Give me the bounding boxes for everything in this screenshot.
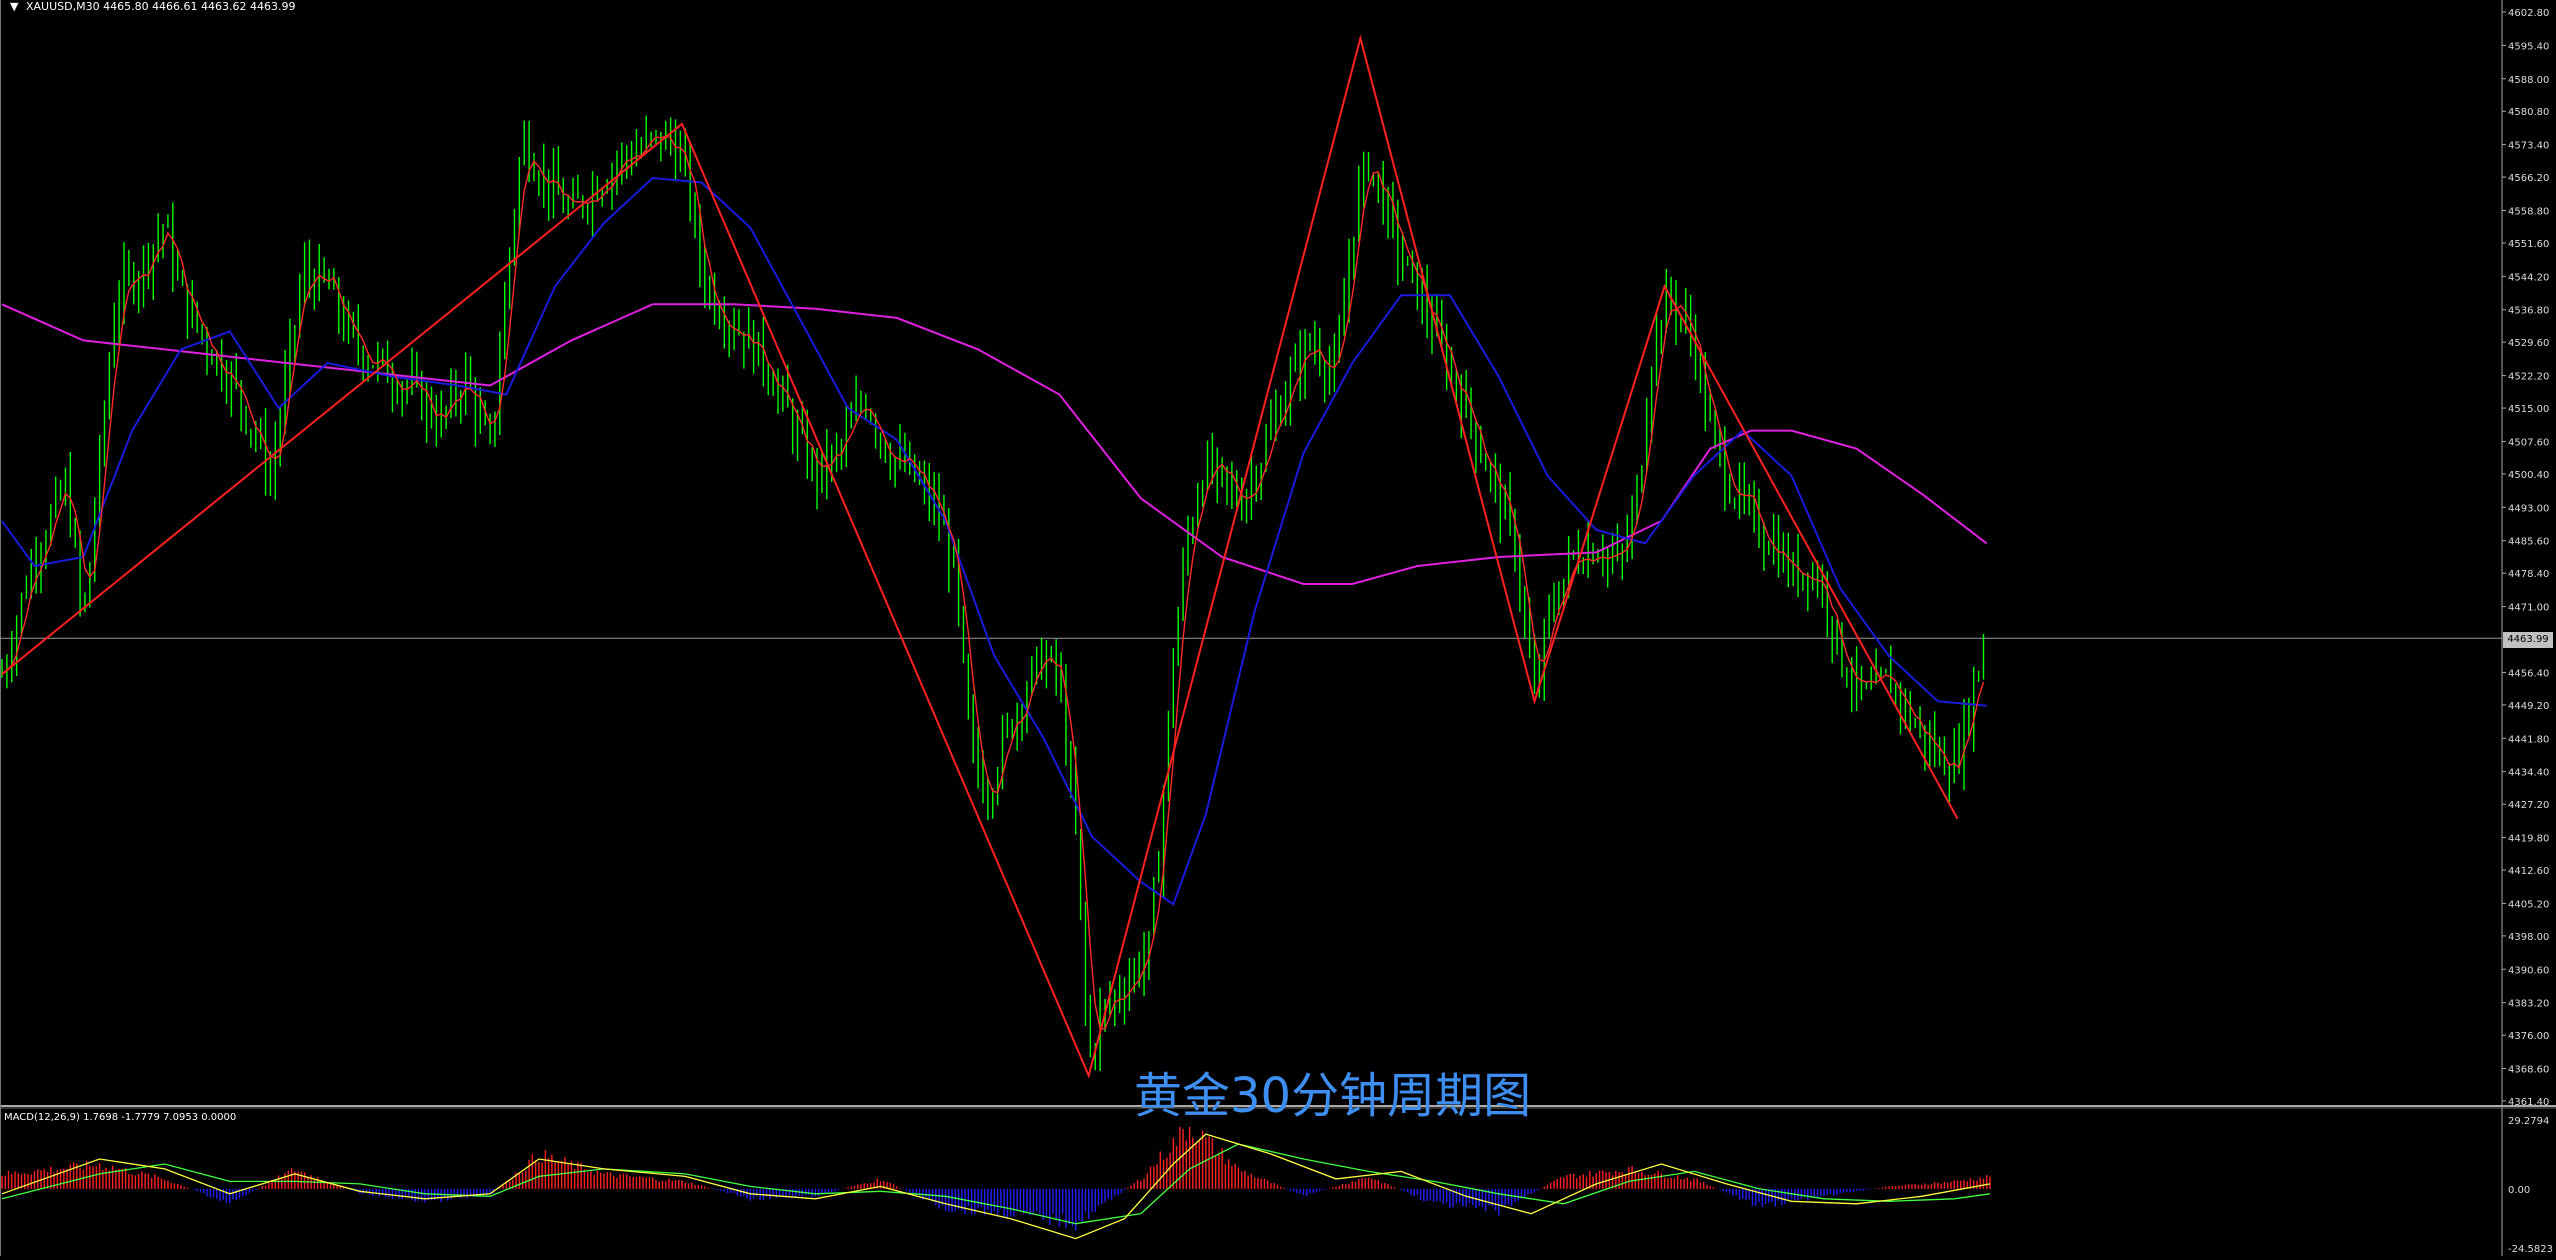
price-tick-label: 4419.80 — [2508, 834, 2549, 845]
price-tick-label: 4573.40 — [2508, 141, 2549, 152]
price-tick-label: 4580.80 — [2508, 107, 2549, 118]
price-tick-label: 4390.60 — [2508, 965, 2549, 976]
price-tick-label: 4412.60 — [2508, 866, 2549, 877]
price-tick-label: 4434.40 — [2508, 768, 2549, 779]
macd-main-line — [1, 1133, 1991, 1240]
price-tick-label: 4376.00 — [2508, 1031, 2549, 1042]
price-tick-label: 4515.00 — [2508, 404, 2549, 415]
chart-watermark: 黄金30分钟周期图 — [1134, 1068, 1532, 1124]
macd-tick-label: 29.2794 — [2508, 1116, 2549, 1127]
price-tick-label: 4558.80 — [2508, 206, 2549, 217]
price-tick-label: 4536.80 — [2508, 306, 2549, 317]
price-tick-label: 4405.20 — [2508, 899, 2549, 910]
price-tick-label: 4361.40 — [2508, 1097, 2549, 1108]
zigzag-line — [1, 34, 1959, 1079]
ma-fast-line — [1, 135, 1985, 1030]
price-tick-label: 4522.20 — [2508, 372, 2549, 383]
price-tick-label: 4595.40 — [2508, 41, 2549, 52]
price-tick-label: 4588.00 — [2508, 75, 2549, 86]
macd-axis: 29.2794 0.00 -24.5823 — [2508, 1116, 2553, 1255]
macd-tick-label: 0.00 — [2508, 1185, 2530, 1196]
macd-signal-line — [1, 1143, 1991, 1225]
price-tick-label: 4383.20 — [2508, 999, 2549, 1010]
ohlc-label: 4465.80 4466.61 4463.62 4463.99 — [103, 0, 296, 13]
zigzag-layer — [1, 34, 1959, 1079]
price-tick-label: 4398.00 — [2508, 932, 2549, 943]
price-tick-label: 4456.40 — [2508, 668, 2549, 679]
price-tick-label: 4478.40 — [2508, 569, 2549, 580]
price-tick-label: 4551.60 — [2508, 239, 2549, 250]
price-axis[interactable]: 4602.80 4595.40 4588.00 4580.80 4573.40 4566.… — [2502, 8, 2549, 1108]
price-tick-label: 4529.60 — [2508, 338, 2549, 349]
price-tick-label: 4500.40 — [2508, 470, 2549, 481]
price-tick-label: 4485.60 — [2508, 537, 2549, 548]
chart-area[interactable]: 4602.80 4595.40 4588.00 4580.80 4573.40 4566.… — [0, 0, 2556, 1256]
ma-fast-layer — [1, 135, 1985, 1030]
price-tick-label: 4507.60 — [2508, 437, 2549, 448]
macd-lines-layer — [1, 1133, 1991, 1240]
price-tick-label: 4368.60 — [2508, 1065, 2549, 1076]
chart-header: ▼ XAUUSD,M30 4465.80 4466.61 4463.62 446… — [10, 0, 296, 13]
macd-tick-label: -24.5823 — [2508, 1244, 2553, 1255]
price-tick-label: 4441.80 — [2508, 734, 2549, 745]
dropdown-triangle-icon[interactable]: ▼ — [10, 0, 18, 13]
price-tick-label: 4602.80 — [2508, 8, 2549, 19]
price-tick-label: 4493.00 — [2508, 503, 2549, 514]
macd-label: MACD(12,26,9) 1.7698 -1.7779 7.0953 0.00… — [4, 1112, 237, 1123]
price-tick-label: 4471.00 — [2508, 603, 2549, 614]
price-tick-label: 4566.20 — [2508, 173, 2549, 184]
price-tick-label: 4449.20 — [2508, 701, 2549, 712]
current-price-tag: 4463.99 — [2503, 632, 2553, 648]
price-tick-label: 4427.20 — [2508, 800, 2549, 811]
symbol-label: XAUUSD,M30 — [25, 0, 100, 13]
ma-slow-layer — [1, 303, 1988, 585]
candles-layer — [1, 115, 1985, 1071]
ma-slow-line — [1, 303, 1988, 585]
price-tick-label: 4544.20 — [2508, 272, 2549, 283]
